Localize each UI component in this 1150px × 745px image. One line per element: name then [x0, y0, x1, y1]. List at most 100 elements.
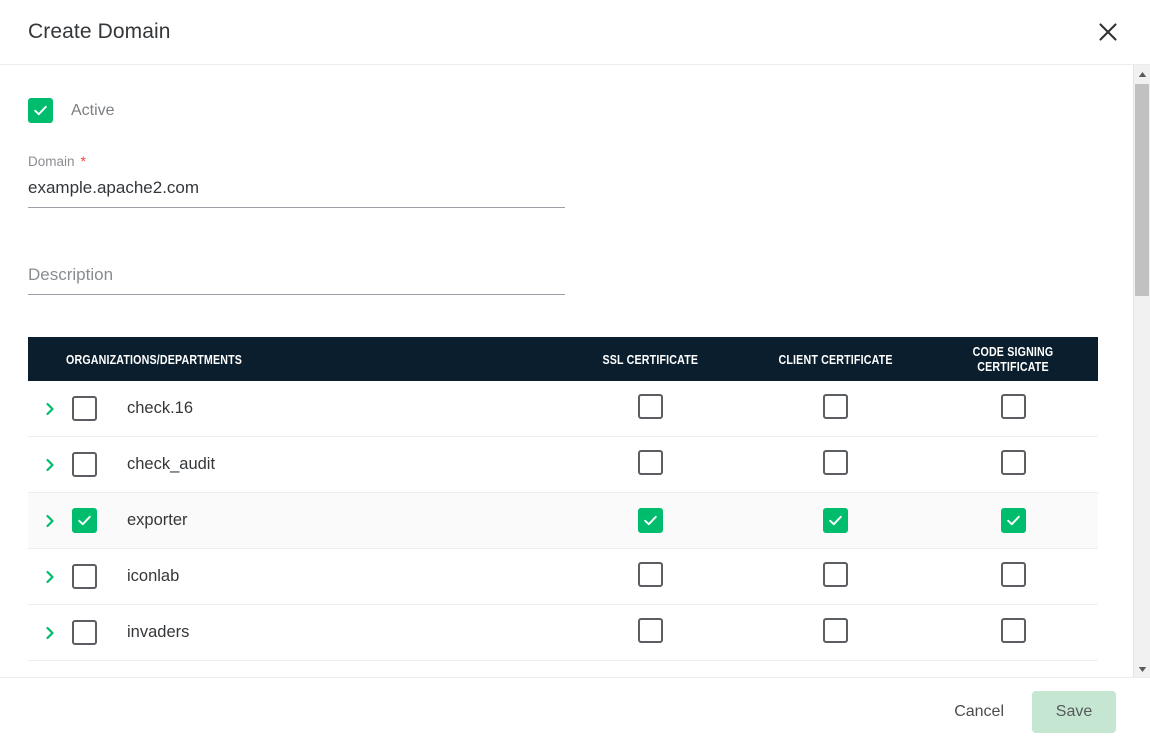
ssl-certificate-cell	[558, 492, 743, 549]
required-marker: *	[80, 153, 86, 169]
code-signing-certificate-checkbox[interactable]	[1000, 561, 1026, 587]
organization-name-cell: exporter	[28, 492, 558, 549]
dialog-body: Active Domain* ORGANIZATION	[0, 65, 1150, 678]
chevron-right-icon	[46, 570, 54, 583]
column-header-ssl-certificate: SSL CERTIFICATE	[558, 337, 743, 381]
organization-name: check_audit	[127, 455, 216, 473]
check-icon	[78, 515, 91, 526]
client-certificate-cell	[743, 381, 928, 437]
client-certificate-checkbox[interactable]	[823, 617, 848, 643]
table-row[interactable]: check.16	[28, 381, 1098, 437]
expand-row-button[interactable]	[36, 570, 64, 584]
organization-name-cell: iconlab	[28, 548, 558, 605]
code-signing-certificate-cell	[928, 548, 1098, 605]
active-field: Active	[28, 98, 1133, 123]
client-certificate-checkbox[interactable]	[823, 449, 848, 475]
table-header: ORGANIZATIONS/DEPARTMENTS SSL CERTIFICAT…	[28, 337, 1098, 381]
ssl-certificate-cell	[558, 436, 743, 493]
dialog-titlebar: Create Domain	[0, 0, 1150, 65]
ssl-certificate-cell	[558, 381, 743, 437]
code-signing-certificate-checkbox[interactable]	[1000, 617, 1026, 643]
client-certificate-checkbox[interactable]	[823, 393, 848, 419]
scrollbar-track[interactable]	[1134, 82, 1150, 660]
close-button[interactable]	[1088, 12, 1128, 52]
save-button[interactable]: Save	[1032, 690, 1116, 733]
code-signing-certificate-checkbox[interactable]	[1000, 507, 1026, 533]
active-checkbox[interactable]	[28, 98, 53, 123]
table-row[interactable]: exporter	[28, 492, 1098, 549]
client-certificate-cell	[743, 548, 928, 605]
ssl-certificate-checkbox[interactable]	[638, 449, 663, 475]
triangle-down-icon	[1138, 660, 1147, 678]
scrollbar-thumb[interactable]	[1135, 84, 1149, 296]
check-icon	[34, 105, 47, 116]
expand-row-button[interactable]	[36, 402, 64, 416]
domain-label-text: Domain	[28, 154, 75, 169]
row-select-checkbox[interactable]	[72, 620, 97, 645]
description-field	[28, 265, 565, 295]
page-title: Create Domain	[28, 20, 171, 43]
expand-row-button[interactable]	[36, 626, 64, 640]
scroll-down-button[interactable]	[1134, 660, 1150, 677]
column-header-client-certificate: CLIENT CERTIFICATE	[743, 337, 928, 381]
active-label: Active	[71, 101, 115, 119]
scroll-up-button[interactable]	[1134, 65, 1150, 82]
client-certificate-checkbox[interactable]	[823, 507, 848, 533]
vertical-scrollbar[interactable]	[1133, 65, 1150, 677]
code-signing-certificate-cell	[928, 604, 1098, 661]
domain-field: Domain *	[28, 153, 565, 208]
code-signing-certificate-checkbox[interactable]	[1000, 449, 1026, 475]
ssl-certificate-checkbox[interactable]	[638, 561, 663, 587]
row-select-checkbox[interactable]	[72, 508, 97, 533]
domain-label: Domain *	[28, 153, 565, 169]
client-certificate-cell	[743, 492, 928, 549]
chevron-right-icon	[46, 458, 54, 471]
column-header-code-signing-certificate: CODE SIGNING CERTIFICATE	[928, 337, 1098, 381]
organization-name: check.16	[127, 399, 194, 417]
table-row[interactable]: invaders	[28, 604, 1098, 661]
ssl-certificate-cell	[558, 548, 743, 605]
table-row[interactable]: iconlab	[28, 548, 1098, 605]
expand-row-button[interactable]	[36, 514, 64, 528]
client-certificate-cell	[743, 604, 928, 661]
client-certificate-checkbox[interactable]	[823, 561, 848, 587]
organization-name-cell: check_audit	[28, 436, 558, 493]
form-content: Active Domain* ORGANIZATION	[0, 65, 1133, 677]
ssl-certificate-checkbox[interactable]	[638, 393, 663, 419]
expand-row-button[interactable]	[36, 458, 64, 472]
chevron-right-icon	[46, 626, 54, 639]
table-header-row: ORGANIZATIONS/DEPARTMENTS SSL CERTIFICAT…	[28, 337, 1098, 381]
check-icon	[1006, 515, 1020, 525]
row-select-checkbox[interactable]	[72, 564, 97, 589]
organization-name-cell: invaders	[28, 604, 558, 661]
organization-name: exporter	[127, 511, 188, 529]
create-domain-dialog: Create Domain Active Domain * example.ap…	[0, 0, 1150, 745]
organization-name: invaders	[127, 623, 190, 641]
triangle-up-icon	[1138, 65, 1147, 83]
check-icon	[644, 515, 657, 525]
ssl-certificate-checkbox[interactable]	[638, 507, 663, 533]
close-icon	[1097, 21, 1119, 43]
column-header-organizations: ORGANIZATIONS/DEPARTMENTS	[28, 337, 558, 381]
dialog-footer: Cancel Save	[0, 678, 1150, 745]
chevron-right-icon	[46, 514, 54, 527]
description-input[interactable]	[28, 265, 565, 295]
table-body: check.16 check_audit exporter iconlab invade…	[28, 381, 1098, 661]
row-select-checkbox[interactable]	[72, 396, 97, 421]
code-signing-certificate-checkbox[interactable]	[1000, 393, 1026, 419]
organization-name-cell: check.16	[28, 381, 558, 437]
organization-name: iconlab	[127, 567, 180, 585]
cancel-button[interactable]: Cancel	[940, 691, 1018, 733]
code-signing-certificate-cell	[928, 436, 1098, 493]
ssl-certificate-cell	[558, 604, 743, 661]
check-icon	[829, 515, 842, 525]
chevron-right-icon	[46, 402, 54, 415]
client-certificate-cell	[743, 436, 928, 493]
code-signing-certificate-cell	[928, 381, 1098, 437]
row-select-checkbox[interactable]	[72, 452, 97, 477]
ssl-certificate-checkbox[interactable]	[638, 617, 663, 643]
domain-input[interactable]	[28, 178, 565, 208]
table-row[interactable]: check_audit	[28, 436, 1098, 493]
organizations-table: ORGANIZATIONS/DEPARTMENTS SSL CERTIFICAT…	[28, 337, 1098, 661]
code-signing-certificate-cell	[928, 492, 1098, 549]
